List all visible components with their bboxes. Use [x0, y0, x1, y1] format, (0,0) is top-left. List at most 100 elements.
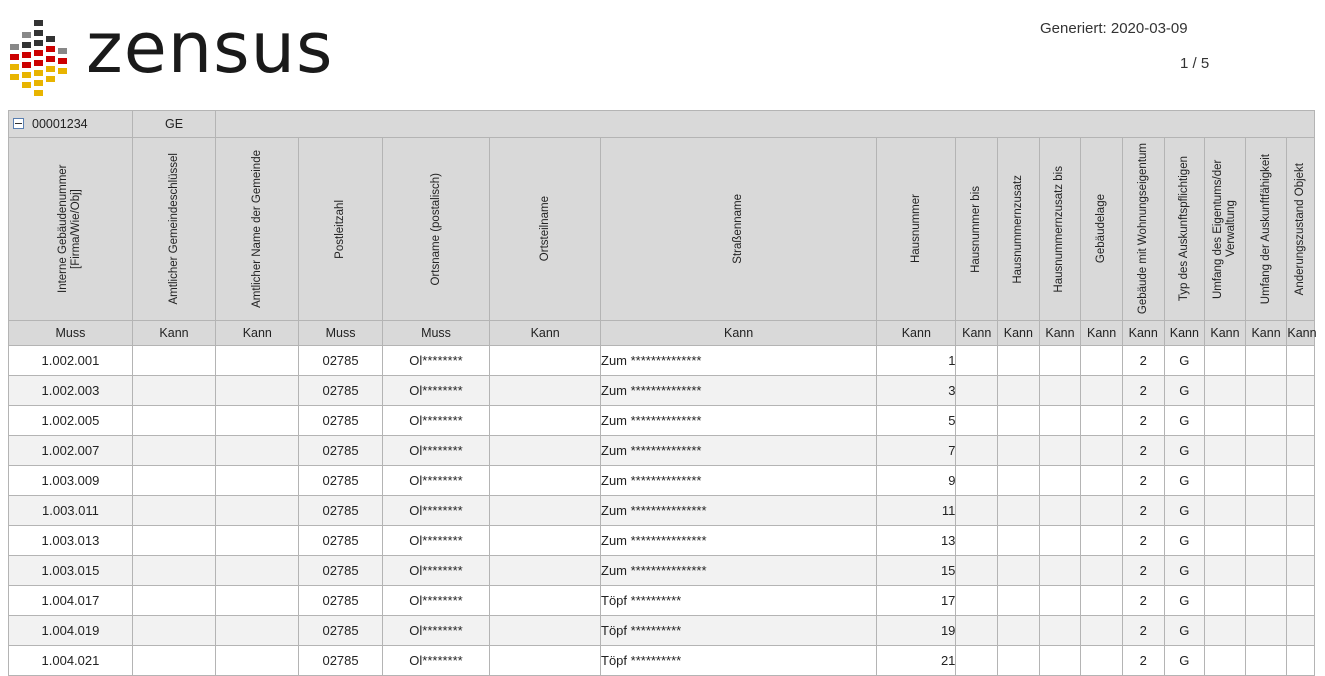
cell-empty	[131, 585, 217, 616]
cell-empty	[955, 405, 999, 436]
cell-empty	[489, 465, 602, 496]
cell-id: 1.002.005	[8, 405, 133, 436]
cell-empty	[1080, 345, 1123, 376]
cell-wohn: 2	[1121, 405, 1165, 436]
cell-typ: G	[1163, 345, 1206, 376]
column-header-row: Interne Gebäudenummer [Firma/Wie/Obj] Amt…	[8, 137, 1315, 321]
requirement-row: Muss Kann Kann Muss Muss Kann Kann Kann Kann Kann…	[8, 320, 1317, 346]
table-row[interactable]: 1.004.017 02785 Ol******** Töpf ********** 1…	[8, 585, 1315, 616]
table-row[interactable]: 1.002.001 02785 Ol******** Zum ************…	[8, 345, 1315, 376]
cell-empty	[131, 405, 217, 436]
cell-ort: Ol********	[381, 645, 491, 676]
cell-empty	[1286, 585, 1315, 616]
cell-empty	[131, 375, 217, 406]
cell-empty	[1204, 405, 1246, 436]
cell-ort: Ol********	[381, 525, 491, 556]
cell-empty	[1286, 645, 1315, 676]
cell-empty	[1286, 495, 1315, 526]
cell-id: 1.004.021	[8, 645, 133, 676]
cell-empty	[1080, 525, 1123, 556]
cell-typ: G	[1163, 435, 1206, 466]
cell-empty	[489, 525, 602, 556]
cell-empty	[1244, 585, 1288, 616]
cell-empty	[489, 615, 602, 646]
cell-empty	[1244, 345, 1288, 376]
cell-ort: Ol********	[381, 435, 491, 466]
requirement-cell: Kann	[1080, 320, 1123, 346]
cell-empty	[215, 435, 300, 466]
column-header-label: Änderungszustand Objekt	[1294, 162, 1307, 296]
cell-empty	[215, 405, 300, 436]
column-header: Ortsteilname	[489, 137, 602, 321]
cell-empty	[1286, 435, 1315, 466]
table-row[interactable]: 1.003.015 02785 Ol******** Zum ************…	[8, 555, 1315, 586]
cell-empty	[1244, 615, 1288, 646]
requirement-cell: Kann	[876, 320, 957, 346]
cell-empty	[1286, 345, 1315, 376]
column-header-label: Typ des Auskunftspflichtigen	[1177, 156, 1190, 302]
cell-empty	[1286, 465, 1315, 496]
table-row[interactable]: 1.003.009 02785 Ol******** Zum ************…	[8, 465, 1315, 496]
cell-typ: G	[1163, 375, 1206, 406]
cell-plz: 02785	[298, 345, 383, 376]
table-row[interactable]: 1.004.019 02785 Ol******** Töpf ********** 1…	[8, 615, 1315, 646]
record-type: GE	[131, 110, 217, 138]
cell-empty	[997, 435, 1040, 466]
table-row[interactable]: 1.002.007 02785 Ol******** Zum ************…	[8, 435, 1315, 466]
table-row[interactable]: 1.003.011 02785 Ol******** Zum ************…	[8, 495, 1315, 526]
cell-plz: 02785	[298, 585, 383, 616]
cell-hnr: 21	[876, 645, 957, 676]
cell-strasse: Zum ***************	[600, 555, 878, 586]
cell-empty	[1244, 405, 1288, 436]
column-header-label: Hausnummernzusatz bis	[1053, 165, 1066, 293]
cell-id: 1.002.001	[8, 345, 133, 376]
column-header: Umfang des Eigentums/der Verwaltung	[1204, 137, 1246, 321]
cell-id: 1.003.011	[8, 495, 133, 526]
cell-wohn: 2	[1121, 555, 1165, 586]
cell-ort: Ol********	[381, 615, 491, 646]
cell-empty	[215, 465, 300, 496]
cell-strasse: Zum **************	[600, 345, 878, 376]
requirement-cell: Kann	[489, 320, 602, 346]
cell-hnr: 19	[876, 615, 957, 646]
column-header-label: Hausnummernzusatz	[1011, 174, 1024, 284]
cell-empty	[1038, 435, 1082, 466]
cell-empty	[215, 585, 300, 616]
collapse-toggle-icon[interactable]	[13, 118, 24, 130]
cell-empty	[1244, 375, 1288, 406]
cell-typ: G	[1163, 555, 1206, 586]
column-header: Hausnummer	[876, 137, 957, 321]
cell-empty	[1204, 465, 1246, 496]
column-header: Gebäude mit Wohnungseigentum	[1121, 137, 1165, 321]
cell-empty	[1204, 555, 1246, 586]
column-header: Straßenname	[600, 137, 878, 321]
cell-empty	[1038, 405, 1082, 436]
cell-wohn: 2	[1121, 375, 1165, 406]
cell-empty	[131, 435, 217, 466]
cell-empty	[1286, 525, 1315, 556]
column-header-label: Interne Gebäudenummer [Firma/Wie/Obj]	[57, 164, 83, 294]
cell-empty	[215, 555, 300, 586]
table-row[interactable]: 1.003.013 02785 Ol******** Zum ************…	[8, 525, 1315, 556]
cell-empty	[215, 345, 300, 376]
cell-plz: 02785	[298, 375, 383, 406]
column-header: Hausnummer bis	[955, 137, 999, 321]
cell-empty	[955, 615, 999, 646]
cell-ort: Ol********	[381, 405, 491, 436]
cell-empty	[1038, 645, 1082, 676]
cell-empty	[1038, 615, 1082, 646]
requirement-cell: Kann	[1286, 320, 1317, 346]
cell-hnr: 1	[876, 345, 957, 376]
cell-plz: 02785	[298, 405, 383, 436]
cell-empty	[1204, 345, 1246, 376]
cell-strasse: Zum ***************	[600, 495, 878, 526]
cell-empty	[1080, 495, 1123, 526]
cell-empty	[955, 375, 999, 406]
table-row[interactable]: 1.002.005 02785 Ol******** Zum ************…	[8, 405, 1315, 436]
table-row[interactable]: 1.002.003 02785 Ol******** Zum ************…	[8, 375, 1315, 406]
cell-empty	[1038, 525, 1082, 556]
cell-empty	[489, 495, 602, 526]
cell-empty	[1038, 375, 1082, 406]
cell-typ: G	[1163, 495, 1206, 526]
table-row[interactable]: 1.004.021 02785 Ol******** Töpf ********** 2…	[8, 645, 1315, 676]
